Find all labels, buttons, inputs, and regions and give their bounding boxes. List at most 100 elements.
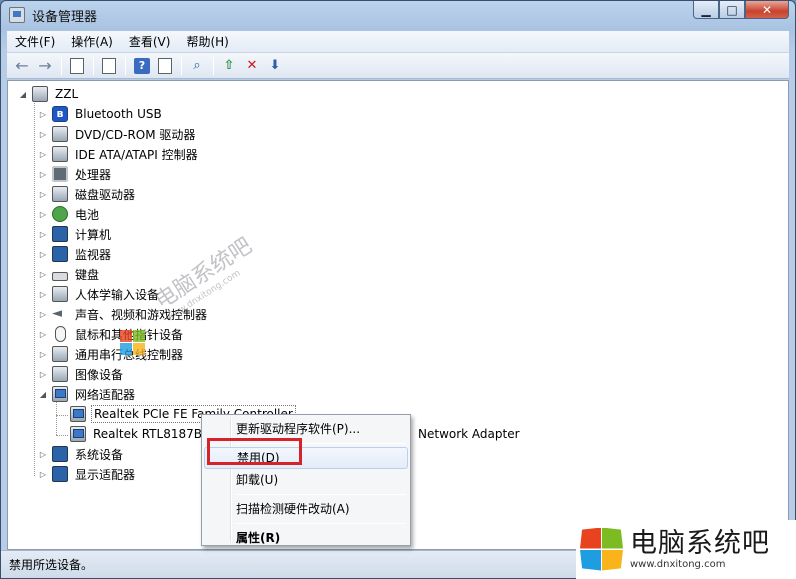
expand-icon[interactable]: ▷ [38,470,48,479]
network-adapter-icon [70,426,86,442]
menu-help[interactable]: 帮助(H) [178,33,236,50]
toolbar-separator [181,56,182,75]
brand-text: 电脑系统吧 www.dnxitong.com [630,528,770,571]
toolbar-separator [213,56,214,75]
mouse-icon [55,326,66,342]
expand-icon[interactable]: ▷ [38,450,48,459]
minimize-button[interactable]: ▁ [693,1,719,19]
tree-item-battery[interactable]: ▷ 电池 [38,204,101,224]
expand-icon[interactable]: ▷ [38,290,48,299]
tree-item-imaging[interactable]: ▷ 图像设备 [38,364,125,384]
expand-icon[interactable]: ▷ [38,370,48,379]
imaging-icon [52,366,68,382]
expand-icon[interactable]: ▷ [38,270,48,279]
disc-drive-icon [52,126,68,142]
menu-item-properties[interactable]: 属性(R) [204,527,408,549]
expand-icon[interactable]: ▷ [38,310,48,319]
expand-icon[interactable]: ▷ [38,190,48,199]
tree-root[interactable]: ◢ ZZL [18,84,80,104]
tree-item-label: 鼠标和其他指针设备 [75,327,184,342]
expand-icon[interactable]: ▷ [38,170,48,179]
maximize-button[interactable]: □ [719,1,745,19]
expand-icon[interactable]: ▷ [38,110,48,119]
expand-icon[interactable]: ▷ [38,210,48,219]
menu-view[interactable]: 查看(V) [121,33,179,50]
menu-item-uninstall[interactable]: 卸载(U) [204,469,408,491]
hid-icon [52,286,68,302]
properties-icon[interactable] [98,56,120,76]
update-driver-icon[interactable]: ⇧ [218,56,240,76]
tree-item-monitor[interactable]: ▷ 监视器 [38,244,113,264]
tree-item-network-adapters[interactable]: ◢ 网络适配器 [38,384,137,404]
tree-item-bluetooth[interactable]: ▷ ʙ Bluetooth USB [38,104,164,124]
expand-icon[interactable]: ▷ [38,250,48,259]
tree-item-label: 键盘 [75,267,100,282]
window-title: 设备管理器 [32,9,98,25]
collapse-icon[interactable]: ◢ [18,90,28,99]
disk-drive-icon [52,186,68,202]
show-hide-console-tree-icon[interactable] [66,56,88,76]
tree-item-system-devices[interactable]: ▷ 系统设备 [38,444,125,464]
back-icon[interactable]: ← [11,56,33,76]
tree-item-keyboard[interactable]: ▷ 键盘 [38,264,101,284]
tree-item-ide[interactable]: ▷ IDE ATA/ATAPI 控制器 [38,144,200,164]
expand-icon[interactable]: ▷ [38,150,48,159]
windows-logo-icon [580,527,624,572]
expand-icon[interactable]: ▷ [38,230,48,239]
tree-item-hid[interactable]: ▷ 人体学输入设备 [38,284,161,304]
brand-badge: 电脑系统吧 www.dnxitong.com [576,520,796,579]
brand-name: 电脑系统吧 [630,528,770,559]
computer-icon [32,86,48,102]
tree-item-disk[interactable]: ▷ 磁盘驱动器 [38,184,137,204]
processor-icon [52,166,68,182]
menu-item-scan-hardware[interactable]: 扫描检测硬件改动(A) [204,498,408,520]
ide-controller-icon [52,146,68,162]
menu-action[interactable]: 操作(A) [63,33,121,50]
toolbar-separator [61,56,62,75]
tree-item-label: 系统设备 [75,447,124,462]
help-icon[interactable]: ? [134,57,150,74]
tree-item-processor[interactable]: ▷ 处理器 [38,164,113,184]
menu-item-disable[interactable]: 禁用(D) [204,447,408,469]
tree-item-label: DVD/CD-ROM 驱动器 [75,127,196,142]
tree-item-mouse[interactable]: ▷ 鼠标和其他指针设备 [38,324,185,344]
tree-item-computer[interactable]: ▷ 计算机 [38,224,113,244]
tree-guide-line [34,101,35,476]
close-button[interactable]: ✕ [745,1,789,19]
tree-item-realtek-rtl8187b[interactable]: Realtek RTL8187B [70,424,204,444]
menu-item-update-driver[interactable]: 更新驱动程序软件(P)... [204,418,408,440]
tree-item-display-adapters[interactable]: ▷ 显示适配器 [38,464,137,484]
audio-icon [52,306,68,322]
forward-icon[interactable]: → [34,56,56,76]
tree-item-label: 磁盘驱动器 [75,187,136,202]
expand-icon[interactable]: ▷ [38,130,48,139]
menu-bar: 文件(F) 操作(A) 查看(V) 帮助(H) [7,31,789,53]
menu-file[interactable]: 文件(F) [7,33,63,50]
tree-item-label: 电池 [75,207,100,222]
collapse-icon[interactable]: ◢ [38,390,48,399]
tree-root-label: ZZL [55,87,79,101]
keyboard-icon [52,271,68,281]
scan-hardware-icon[interactable]: ⌕ [186,56,208,76]
brand-url: www.dnxitong.com [630,559,726,570]
action-pane-icon[interactable] [154,56,176,76]
tree-item-label-continued: Network Adapter [418,427,520,441]
expand-icon[interactable]: ▷ [38,350,48,359]
bluetooth-icon: ʙ [52,106,68,122]
tree-item-label: 计算机 [75,227,112,242]
tree-item-label: 监视器 [75,247,112,262]
tree-item-dvd[interactable]: ▷ DVD/CD-ROM 驱动器 [38,124,197,144]
monitor-icon [52,246,68,262]
expand-icon[interactable]: ▷ [38,330,48,339]
status-text: 禁用所选设备。 [9,558,94,572]
tree-item-label: IDE ATA/ATAPI 控制器 [75,147,198,162]
disable-device-icon[interactable]: ⬇ [264,56,286,76]
title-bar[interactable]: 设备管理器 ▁ □ ✕ [1,1,795,29]
uninstall-icon[interactable]: ✕ [241,56,263,76]
tree-item-usb[interactable]: ▷ 通用串行总线控制器 [38,344,185,364]
menu-separator [236,494,406,495]
tree-item-audio[interactable]: ▷ 声音、视频和游戏控制器 [38,304,209,324]
device-manager-icon [9,7,25,23]
menu-separator [236,443,406,444]
toolbar-separator [125,56,126,75]
